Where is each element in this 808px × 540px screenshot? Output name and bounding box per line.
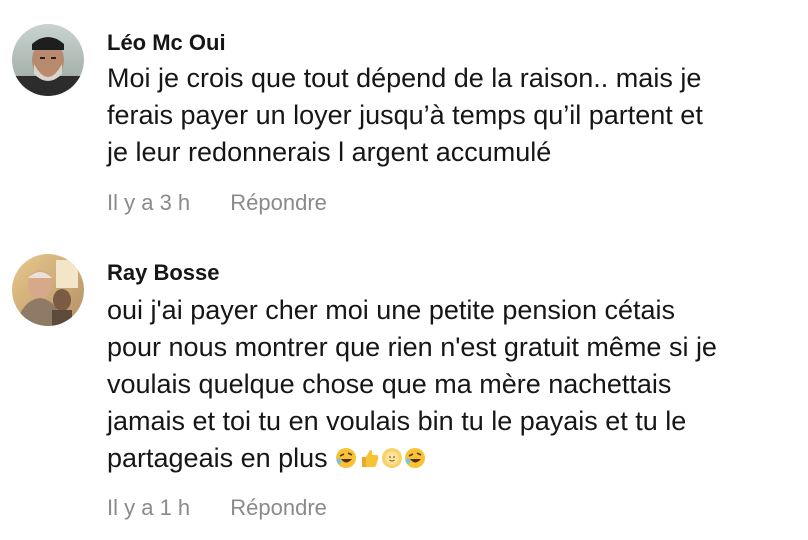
comment-timestamp: Il y a 1 h: [107, 495, 191, 520]
comment-author[interactable]: Ray Bosse: [107, 260, 220, 286]
comment-meta: Il y a 3 h Répondre: [107, 190, 327, 216]
comment-text-line: je leur redonnerais l argent accumulé: [107, 137, 552, 167]
avatar[interactable]: [12, 254, 84, 326]
reply-button[interactable]: Répondre: [230, 495, 327, 520]
comment-timestamp: Il y a 3 h: [107, 190, 191, 215]
comment-text-line: Moi je crois que tout dépend de la raiso…: [107, 63, 702, 93]
comment-item: Ray Bosse oui j'ai payer cher moi une pe…: [0, 235, 808, 540]
comment-text-line: ferais payer un loyer jusqu’à temps qu’i…: [107, 100, 703, 130]
emoji-group: [335, 443, 427, 473]
comment-author[interactable]: Léo Mc Oui: [107, 30, 226, 56]
thumbs-up-emoji-icon: [362, 450, 379, 467]
reply-button[interactable]: Répondre: [230, 190, 327, 215]
sun-emoji-icon: [382, 448, 403, 468]
comment-text: Moi je crois que tout dépend de la raiso…: [107, 60, 797, 171]
user-photo-icon: [12, 254, 84, 326]
rofl-emoji-icon: [336, 448, 357, 468]
rofl-emoji-icon: [405, 448, 426, 468]
user-photo-icon: [12, 24, 84, 96]
comment-text-line: pour nous montrer que rien n'est gratuit…: [107, 332, 717, 362]
comment-meta: Il y a 1 h Répondre: [107, 495, 327, 521]
comment-text-line: voulais quelque chose que ma mère nachet…: [107, 369, 672, 399]
comment-item: Léo Mc Oui Moi je crois que tout dépend …: [0, 0, 808, 235]
avatar[interactable]: [12, 24, 84, 96]
comment-text-line: jamais et toi tu en voulais bin tu le pa…: [107, 406, 687, 436]
comment-text-line: oui j'ai payer cher moi une petite pensi…: [107, 295, 675, 325]
comment-text-line-with-emoji: partageais en plus: [107, 440, 797, 477]
comment-text-line: partageais en plus: [107, 443, 328, 473]
comment-text: oui j'ai payer cher moi une petite pensi…: [107, 292, 797, 477]
